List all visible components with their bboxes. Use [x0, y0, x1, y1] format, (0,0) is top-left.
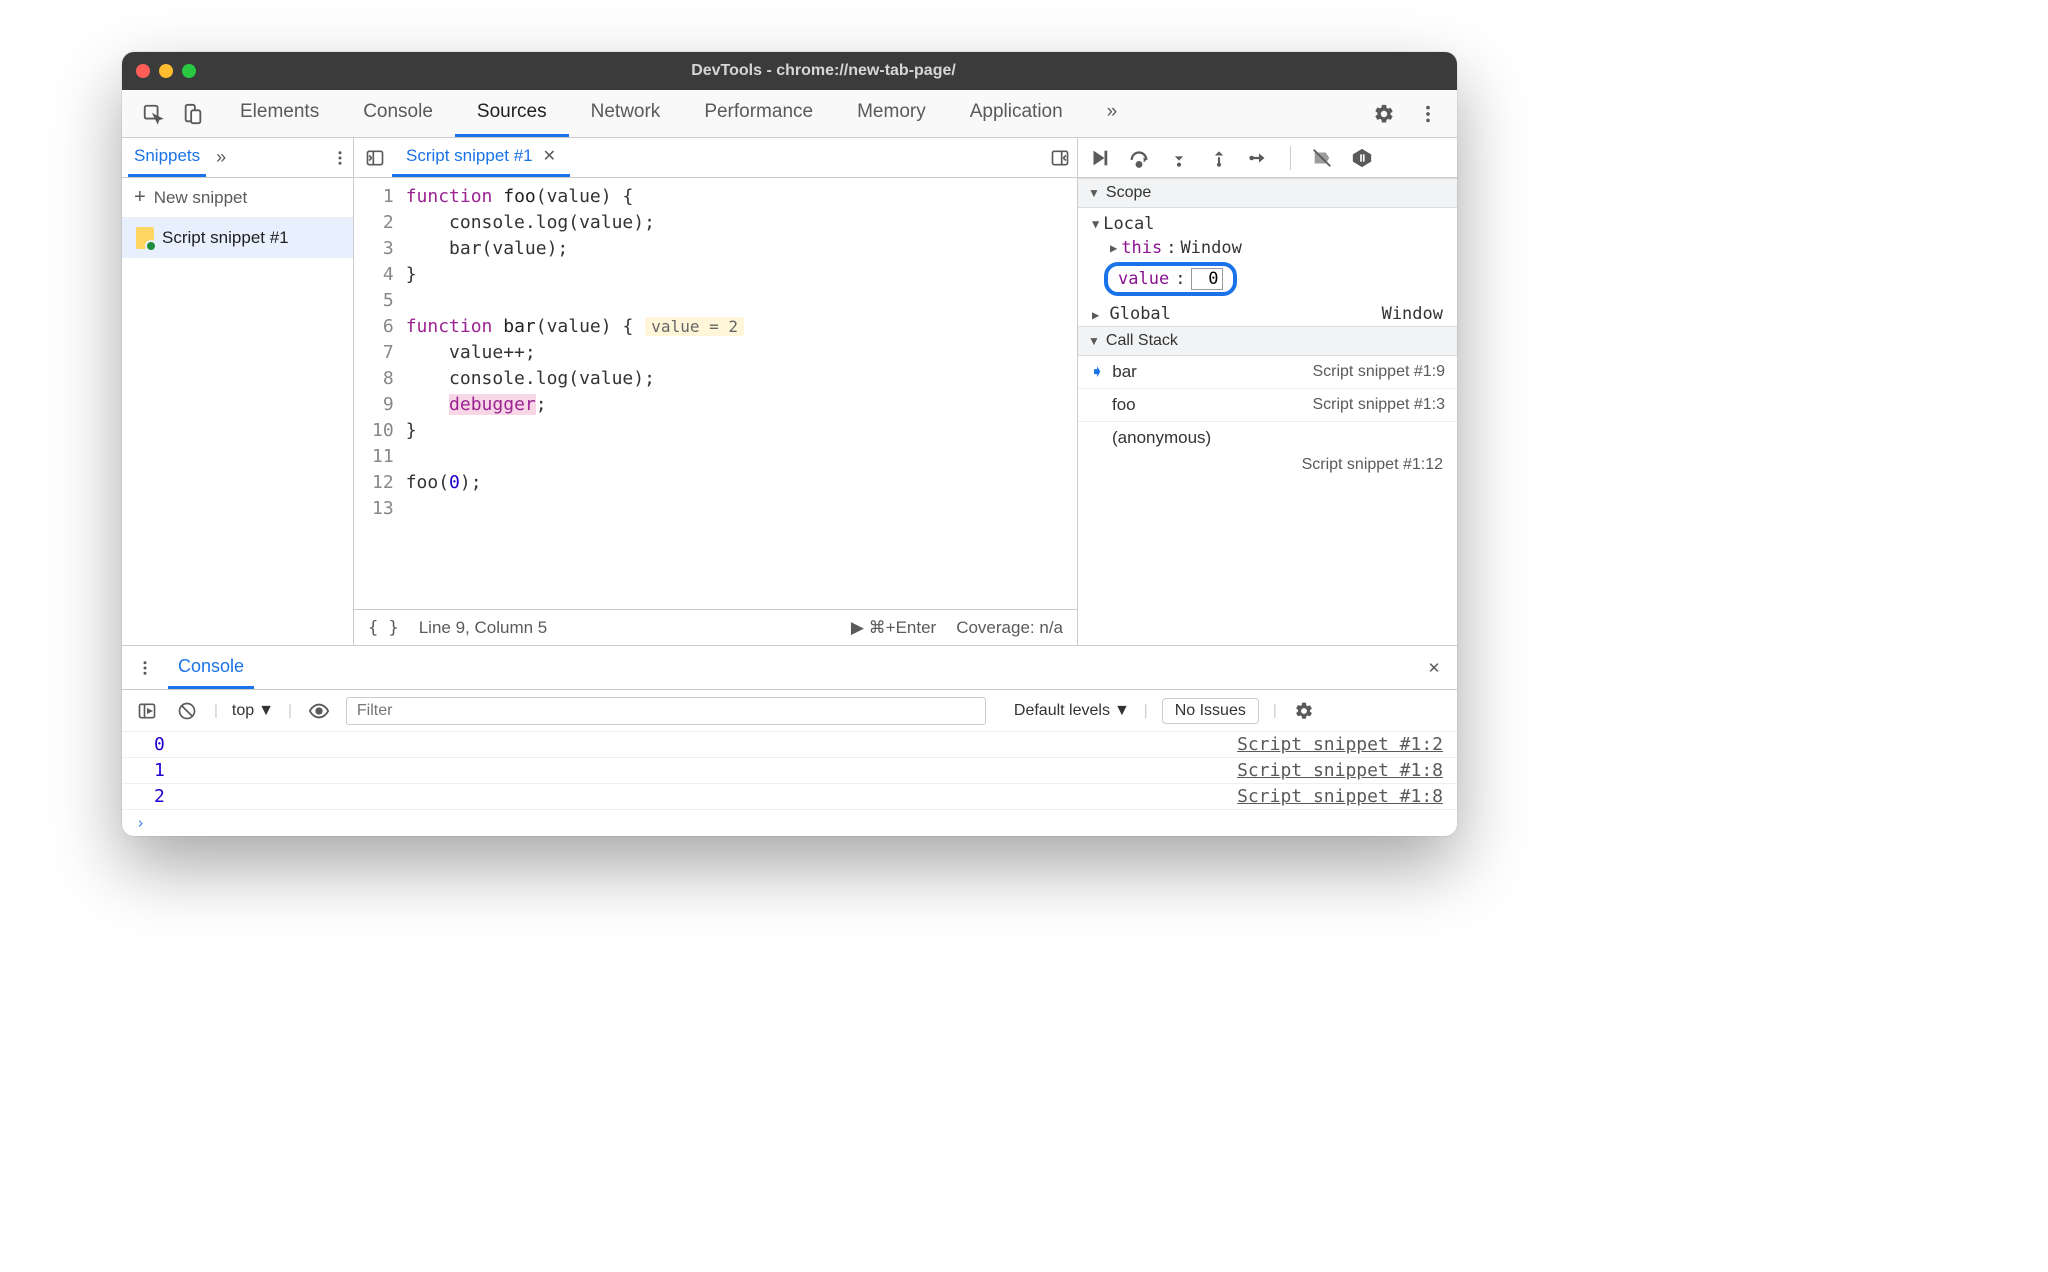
callstack-section-header[interactable]: ▼ Call Stack: [1078, 326, 1457, 356]
navigator-overflow-icon[interactable]: »: [212, 147, 230, 168]
log-source-link[interactable]: Script snippet #1:8: [1237, 760, 1443, 781]
inline-value-hint: value = 2: [645, 317, 744, 336]
titlebar: DevTools - chrome://new-tab-page/: [122, 52, 1457, 90]
scope-section-header[interactable]: ▼ Scope: [1078, 178, 1457, 208]
run-snippet-button[interactable]: ▶ ⌘+Enter: [851, 618, 936, 638]
code-editor[interactable]: 12345678910111213 function foo(value) { …: [354, 178, 1077, 609]
editor-statusbar: { } Line 9, Column 5 ▶ ⌘+Enter Coverage:…: [354, 609, 1077, 645]
navigator-more-icon[interactable]: [327, 145, 353, 171]
stack-frame-bar[interactable]: ➧ bar Script snippet #1:9: [1078, 356, 1457, 389]
console-sidebar-icon[interactable]: [134, 698, 160, 724]
window-controls: [136, 64, 196, 78]
code-content[interactable]: function foo(value) { console.log(value)…: [406, 178, 1077, 609]
plus-icon: +: [134, 186, 146, 209]
show-debugger-icon[interactable]: [1043, 138, 1077, 177]
snippet-file-icon: [136, 227, 154, 249]
new-snippet-label: New snippet: [154, 188, 248, 208]
close-drawer-icon[interactable]: ✕: [1421, 655, 1447, 681]
editor-tab-label: Script snippet #1: [406, 146, 533, 166]
tab-memory[interactable]: Memory: [835, 90, 948, 137]
new-snippet-button[interactable]: + New snippet: [122, 178, 353, 218]
console-context-selector[interactable]: top ▼: [232, 702, 274, 720]
step-out-icon[interactable]: [1206, 145, 1232, 171]
stack-frame-anonymous-loc: Script snippet #1:12: [1078, 454, 1457, 482]
tabs-overflow-icon[interactable]: »: [1085, 90, 1140, 137]
console-settings-icon[interactable]: [1291, 698, 1317, 724]
drawer-tab-console[interactable]: Console: [168, 646, 254, 689]
console-filter-input[interactable]: [346, 697, 986, 725]
minimize-window-icon[interactable]: [159, 64, 173, 78]
console-log-row[interactable]: 2Script snippet #1:8: [122, 784, 1457, 810]
tab-console[interactable]: Console: [341, 90, 455, 137]
scope-value-input[interactable]: [1191, 268, 1223, 290]
console-output: 0Script snippet #1:2 1Script snippet #1:…: [122, 732, 1457, 810]
log-source-link[interactable]: Script snippet #1:2: [1237, 734, 1443, 755]
console-drawer: Console ✕ | top ▼ | Default levels ▼ | N…: [122, 645, 1457, 836]
tab-elements[interactable]: Elements: [218, 90, 341, 137]
navigator-sidebar: Snippets » + New snippet Script snippet …: [122, 138, 354, 645]
console-log-row[interactable]: 0Script snippet #1:2: [122, 732, 1457, 758]
issues-button[interactable]: No Issues: [1162, 698, 1259, 724]
console-prompt[interactable]: ›: [122, 810, 1457, 836]
scope-this-row[interactable]: ▶this: Window: [1092, 236, 1457, 260]
editor-pane: Script snippet #1 ✕ 12345678910111213 fu…: [354, 138, 1077, 645]
console-toolbar: | top ▼ | Default levels ▼ | No Issues |: [122, 690, 1457, 732]
console-log-row[interactable]: 1Script snippet #1:8: [122, 758, 1457, 784]
debugger-toolbar: [1078, 138, 1457, 178]
pretty-print-icon[interactable]: { }: [368, 618, 399, 638]
more-menu-icon[interactable]: [1415, 101, 1441, 127]
devtools-window: DevTools - chrome://new-tab-page/ Elemen…: [122, 52, 1457, 836]
main-tabs: Elements Console Sources Network Perform…: [122, 90, 1457, 138]
triangle-down-icon: ▼: [1088, 186, 1100, 200]
window-title: DevTools - chrome://new-tab-page/: [204, 62, 1443, 80]
step-icon[interactable]: [1246, 145, 1272, 171]
coverage-status: Coverage: n/a: [956, 618, 1063, 638]
console-filter[interactable]: [346, 697, 986, 725]
triangle-down-icon: ▼: [1088, 334, 1100, 348]
snippet-list-item[interactable]: Script snippet #1: [122, 218, 353, 258]
scope-local-header[interactable]: ▼Local: [1092, 212, 1457, 236]
sources-panel: Snippets » + New snippet Script snippet …: [122, 138, 1457, 645]
log-levels-selector[interactable]: Default levels ▼: [1014, 702, 1130, 720]
settings-icon[interactable]: [1371, 101, 1397, 127]
zoom-window-icon[interactable]: [182, 64, 196, 78]
tab-network[interactable]: Network: [569, 90, 683, 137]
inspect-element-icon[interactable]: [140, 101, 166, 127]
pause-on-exceptions-icon[interactable]: [1349, 145, 1375, 171]
resume-icon[interactable]: [1086, 145, 1112, 171]
edit-value-highlight: value:: [1104, 262, 1237, 296]
line-gutter: 12345678910111213: [354, 178, 406, 609]
debugger-pane: ▼ Scope ▼Local ▶this: Window value: ▶ Gl…: [1077, 138, 1457, 645]
tab-performance[interactable]: Performance: [682, 90, 835, 137]
scope-value-row[interactable]: value:: [1092, 260, 1457, 298]
scope-global-row[interactable]: ▶ Global Window: [1078, 302, 1457, 326]
close-tab-icon[interactable]: ✕: [543, 146, 556, 166]
step-into-icon[interactable]: [1166, 145, 1192, 171]
close-window-icon[interactable]: [136, 64, 150, 78]
show-navigator-icon[interactable]: [358, 138, 392, 177]
deactivate-breakpoints-icon[interactable]: [1309, 145, 1335, 171]
snippet-name: Script snippet #1: [162, 228, 289, 248]
step-over-icon[interactable]: [1126, 145, 1152, 171]
clear-console-icon[interactable]: [174, 698, 200, 724]
navigator-tab-snippets[interactable]: Snippets: [128, 138, 206, 177]
stack-frame-foo[interactable]: foo Script snippet #1:3: [1078, 389, 1457, 422]
device-toolbar-icon[interactable]: [180, 101, 206, 127]
log-source-link[interactable]: Script snippet #1:8: [1237, 786, 1443, 807]
editor-tab[interactable]: Script snippet #1 ✕: [392, 138, 570, 177]
drawer-more-icon[interactable]: [132, 655, 158, 681]
current-frame-icon: ➧: [1090, 362, 1104, 382]
tab-sources[interactable]: Sources: [455, 90, 569, 137]
stack-frame-anonymous[interactable]: (anonymous): [1078, 422, 1457, 454]
live-expression-icon[interactable]: [306, 698, 332, 724]
cursor-position: Line 9, Column 5: [419, 618, 548, 638]
tab-application[interactable]: Application: [948, 90, 1085, 137]
